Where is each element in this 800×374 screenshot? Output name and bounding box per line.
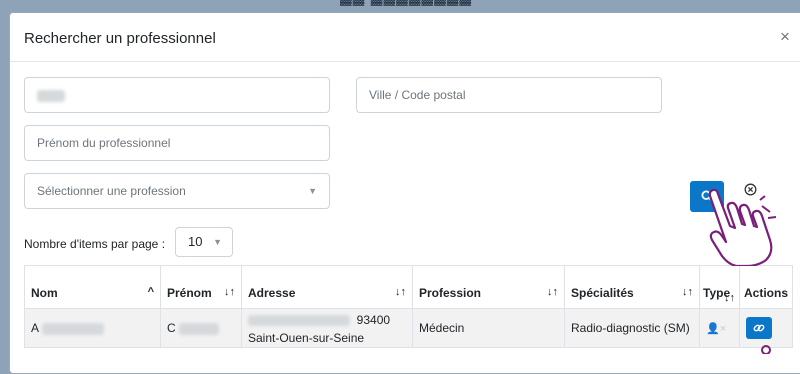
chevron-down-icon: ▼ [308,186,317,196]
col-prenom[interactable]: Prénom ↓↑ [160,265,242,309]
items-per-page-label: Nombre d'items par page : [24,237,166,251]
redacted-value [179,322,220,335]
col-type[interactable]: Type ↓↑ [699,265,740,309]
firstname-input[interactable]: Prénom du professionnel [24,125,330,161]
redacted-value [37,89,65,102]
backdrop-heading: ▓▓ ▓▓▓▓▓▓▓▓ [340,0,472,6]
cell-type: 👤× [699,308,740,348]
redacted-value [248,315,350,327]
results-table: Nom ^ Prénom ↓↑ Adresse ↓↑ Profession ↓↑ Spé… [24,265,794,348]
sort-icon[interactable]: ↓↑ [395,286,406,298]
sort-icon[interactable]: ↓↑ [682,286,693,298]
profession-select[interactable]: Sélectionner une profession ▼ [24,173,330,209]
col-profession[interactable]: Profession ↓↑ [412,265,565,309]
link-button[interactable] [746,317,772,339]
pointer-hand-icon [708,188,777,266]
cell-profession: Médecin [412,308,565,348]
link-icon [753,324,765,332]
cell-adresse: 93400 Saint-Ouen-sur-Seine [241,308,413,348]
name-input[interactable] [24,77,330,113]
table-row: A C 93400 Saint-Ouen-sur-Seine Médecin R… [24,308,794,348]
user-slash-icon: 👤× [706,323,727,335]
city-input[interactable]: Ville / Code postal [356,77,662,113]
modal-title: Rechercher un professionnel [24,30,216,47]
chevron-down-icon: ▼ [213,237,222,247]
sort-asc-icon[interactable]: ^ [148,286,154,298]
col-actions: Actions [738,265,794,309]
sort-icon[interactable]: ↓↑ [547,286,558,298]
cell-specialite: Radio-diagnostic (SM) [564,308,700,348]
col-adresse[interactable]: Adresse ↓↑ [241,265,413,309]
table-header-row: Nom ^ Prénom ↓↑ Adresse ↓↑ Profession ↓↑ Spé… [24,265,794,309]
cell-prenom: C [160,308,242,348]
sort-icon[interactable]: ↓↑ [224,286,235,298]
cursor-trail-icon [761,345,771,354]
profession-placeholder: Sélectionner une profession [37,184,186,198]
sort-icon[interactable]: ↓↑ [724,292,735,304]
col-specialites[interactable]: Spécialités ↓↑ [564,265,700,309]
redacted-value [41,322,104,335]
items-per-page-select[interactable]: 10 ▼ [175,227,233,257]
col-nom[interactable]: Nom ^ [24,265,161,309]
modal-header: Rechercher un professionnel × [10,13,800,62]
search-modal: Rechercher un professionnel × Ville / Co… [9,12,800,374]
items-per-page-value: 10 [188,234,203,249]
close-icon[interactable]: × [780,27,790,47]
cell-nom: A [24,308,161,348]
